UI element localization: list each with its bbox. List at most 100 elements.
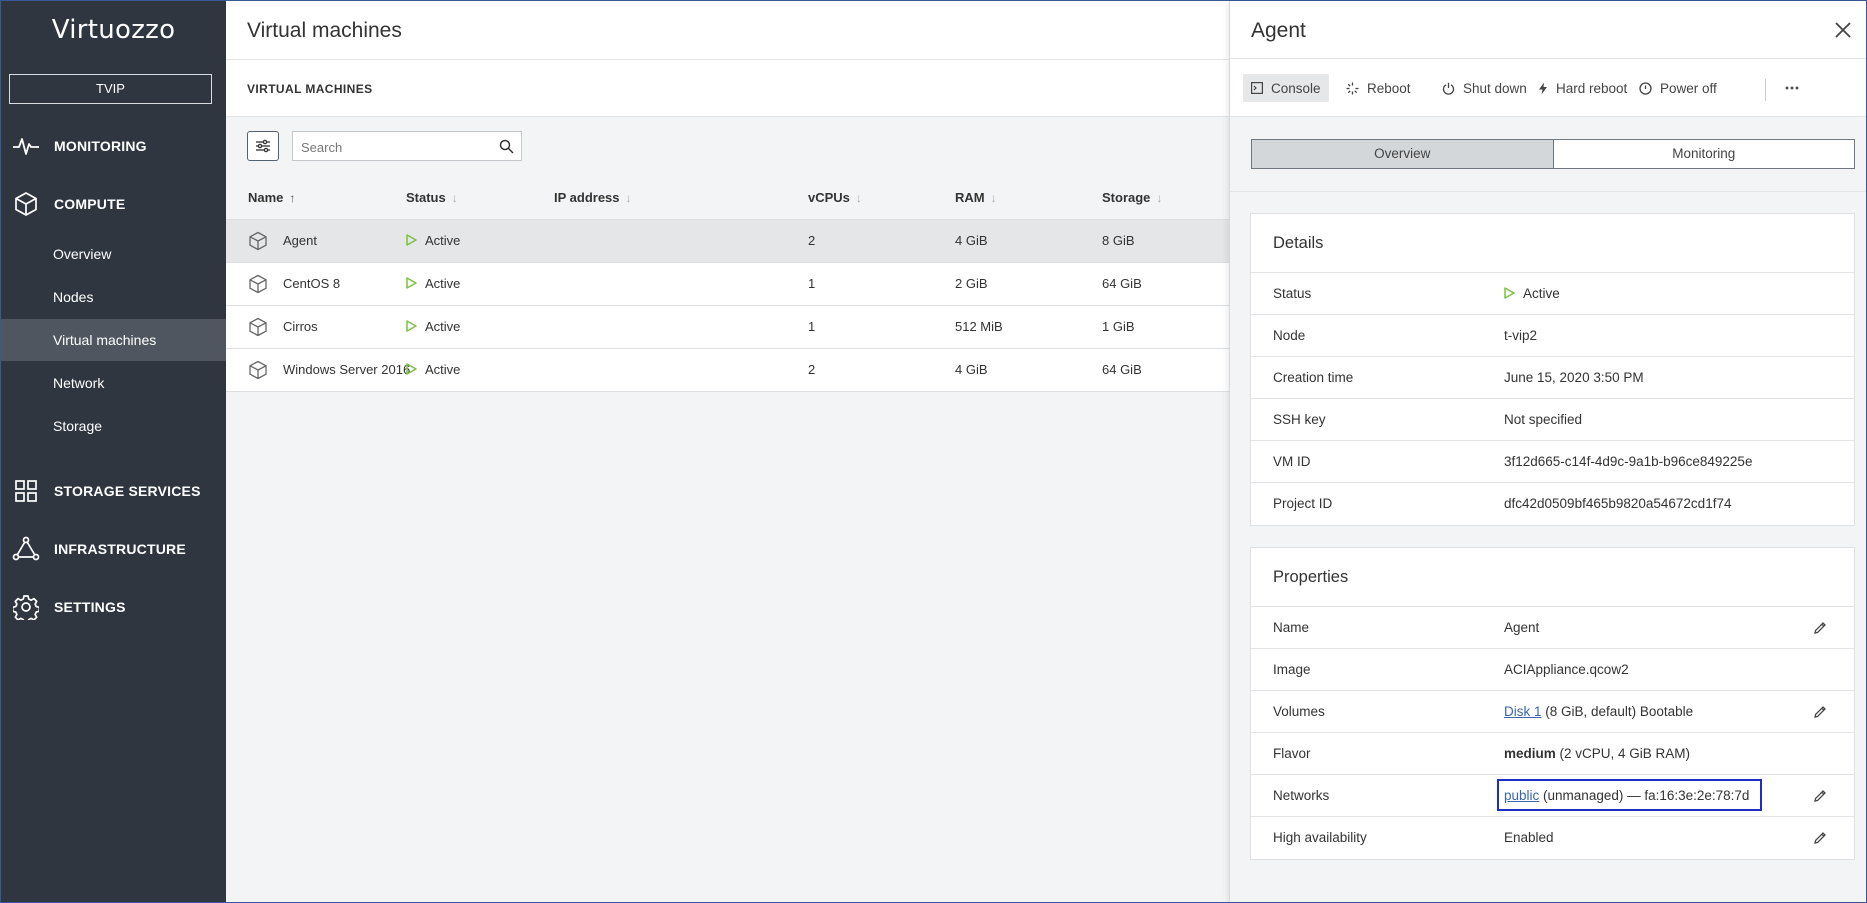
page-title: Virtual machines: [247, 19, 402, 42]
pulse-icon: [12, 132, 40, 160]
cell-vcpus: 1: [808, 319, 816, 334]
console-button[interactable]: Console: [1243, 74, 1329, 102]
property-label: Volumes: [1273, 704, 1325, 719]
nav-monitoring-label: MONITORING: [54, 138, 147, 154]
close-icon[interactable]: [1832, 19, 1854, 41]
network-triangle-icon: [12, 535, 40, 563]
cube-icon: [12, 190, 40, 218]
more-actions-button[interactable]: [1778, 74, 1806, 102]
filter-button[interactable]: [247, 131, 279, 161]
property-value: public (unmanaged) — fa:16:3e:2e:78:7d: [1504, 788, 1750, 803]
divider: [1230, 191, 1866, 192]
table-row[interactable]: Agent Active 2 4 GiB 8 GiB: [226, 220, 1229, 263]
cell-status: Active: [406, 319, 460, 334]
column-header-ip-address[interactable]: IP address ↓: [554, 190, 632, 205]
status-active-icon: [406, 363, 417, 375]
reboot-button[interactable]: Reboot: [1338, 74, 1419, 102]
panel-header: Agent: [1230, 1, 1866, 59]
cell-storage: 64 GiB: [1102, 276, 1142, 291]
tenant-selector[interactable]: TVIP: [9, 74, 212, 104]
nav-item-virtual-machines[interactable]: Virtual machines: [1, 319, 226, 361]
cell-name: Windows Server 2016: [283, 362, 411, 377]
section-bar: VIRTUAL MACHINES: [226, 60, 1229, 117]
properties-card: Properties Name Agent Image ACIAppliance…: [1250, 547, 1855, 860]
volume-link[interactable]: Disk 1: [1504, 704, 1542, 719]
detail-label: VM ID: [1273, 454, 1311, 469]
action-separator: [1765, 79, 1766, 101]
cell-name: CentOS 8: [283, 276, 341, 291]
table-row[interactable]: Windows Server 2016 Active 2 4 GiB 64 GiB: [226, 349, 1229, 392]
sliders-icon: [256, 139, 270, 153]
cell-name: Cirros: [283, 319, 318, 334]
detail-row-ssh-key: SSH key Not specified: [1251, 399, 1854, 441]
nav-infrastructure-label: INFRASTRUCTURE: [54, 541, 186, 557]
nav-settings[interactable]: SETTINGS: [1, 587, 226, 627]
vm-cube-icon: [248, 231, 268, 254]
vm-details-panel: Agent Console Reboot Shut down Hard rebo…: [1229, 1, 1866, 902]
gear-icon: [12, 593, 40, 621]
nav-storage-services-label: STORAGE SERVICES: [54, 483, 201, 499]
detail-row-status: Status Active: [1251, 273, 1854, 315]
detail-label: Node: [1273, 328, 1306, 343]
cell-status: Active: [406, 276, 460, 291]
cell-ram: 4 GiB: [955, 233, 988, 248]
shutdown-button[interactable]: Shut down: [1434, 74, 1535, 102]
column-header-name[interactable]: Name ↑: [248, 190, 295, 205]
column-header-storage[interactable]: Storage ↓: [1102, 190, 1162, 205]
nav-item-overview[interactable]: Overview: [1, 233, 226, 275]
property-label: Networks: [1273, 788, 1330, 803]
nav-storage-services[interactable]: STORAGE SERVICES: [1, 471, 226, 511]
power-off-button[interactable]: Power off: [1631, 74, 1725, 102]
nav-item-network[interactable]: Network: [1, 362, 226, 404]
sidebar: Virtuozzo TVIP MONITORING COMPUTE Overvi…: [1, 1, 226, 902]
property-value: ACIAppliance.qcow2: [1504, 662, 1629, 677]
sort-icon: ↓: [1156, 191, 1163, 205]
tab-monitoring[interactable]: Monitoring: [1552, 140, 1854, 168]
property-label: Flavor: [1273, 746, 1311, 761]
property-value: Enabled: [1504, 830, 1554, 845]
nav-item-nodes[interactable]: Nodes: [1, 276, 226, 318]
search-input[interactable]: [301, 138, 491, 156]
nav-monitoring[interactable]: MONITORING: [1, 126, 226, 166]
table-row[interactable]: Cirros Active 1 512 MiB 1 GiB: [226, 306, 1229, 349]
detail-row-project-id: Project ID dfc42d0509bf465b9820a54672cd1…: [1251, 483, 1854, 525]
cell-vcpus: 2: [808, 362, 816, 377]
nav-compute[interactable]: COMPUTE: [1, 184, 226, 224]
cell-ram: 512 MiB: [955, 319, 1003, 334]
cell-ram: 2 GiB: [955, 276, 988, 291]
column-header-ram[interactable]: RAM ↓: [955, 190, 997, 205]
status-active-icon: [406, 277, 417, 289]
property-label: High availability: [1273, 830, 1367, 845]
search-icon[interactable]: [499, 139, 514, 154]
action-bar: Console Reboot Shut down Hard reboot Pow…: [1230, 59, 1866, 117]
sort-icon: ↓: [451, 191, 458, 205]
hard-reboot-button[interactable]: Hard reboot: [1530, 74, 1635, 102]
edit-pencil-icon[interactable]: [1812, 620, 1828, 636]
properties-title: Properties: [1251, 548, 1854, 607]
cell-status: Active: [406, 233, 460, 248]
table-row[interactable]: CentOS 8 Active 1 2 GiB 64 GiB: [226, 263, 1229, 306]
tab-overview[interactable]: Overview: [1252, 140, 1553, 168]
logo: Virtuozzo: [51, 15, 176, 45]
sort-icon: ↓: [855, 191, 862, 205]
details-card: Details Status Active Node t-vip2 Creati…: [1250, 213, 1855, 526]
edit-pencil-icon[interactable]: [1812, 788, 1828, 804]
reboot-icon: [1346, 82, 1359, 94]
nav-infrastructure[interactable]: INFRASTRUCTURE: [1, 529, 226, 569]
vm-table: Name ↑ Status ↓ IP address ↓ vCPUs ↓ RAM ↓ St…: [226, 177, 1229, 392]
edit-pencil-icon[interactable]: [1812, 704, 1828, 720]
sort-asc-icon: ↑: [289, 191, 296, 205]
nav-item-storage[interactable]: Storage: [1, 405, 226, 447]
table-body: Agent Active 2 4 GiB 8 GiB CentOS 8 Active 1 2 G…: [226, 220, 1229, 392]
detail-value: t-vip2: [1504, 328, 1538, 343]
column-header-status[interactable]: Status ↓: [406, 190, 458, 205]
panel-tabs: Overview Monitoring: [1251, 139, 1855, 169]
network-link[interactable]: public: [1504, 788, 1539, 803]
vm-cube-icon: [248, 274, 268, 297]
column-header-vcpus[interactable]: vCPUs ↓: [808, 190, 862, 205]
property-row-high-availability: High availability Enabled: [1251, 817, 1854, 859]
status-active-icon: [406, 234, 417, 246]
property-value: medium (2 vCPU, 4 GiB RAM): [1504, 746, 1691, 761]
table-header: Name ↑ Status ↓ IP address ↓ vCPUs ↓ RAM ↓ St…: [226, 177, 1229, 220]
edit-pencil-icon[interactable]: [1812, 830, 1828, 846]
